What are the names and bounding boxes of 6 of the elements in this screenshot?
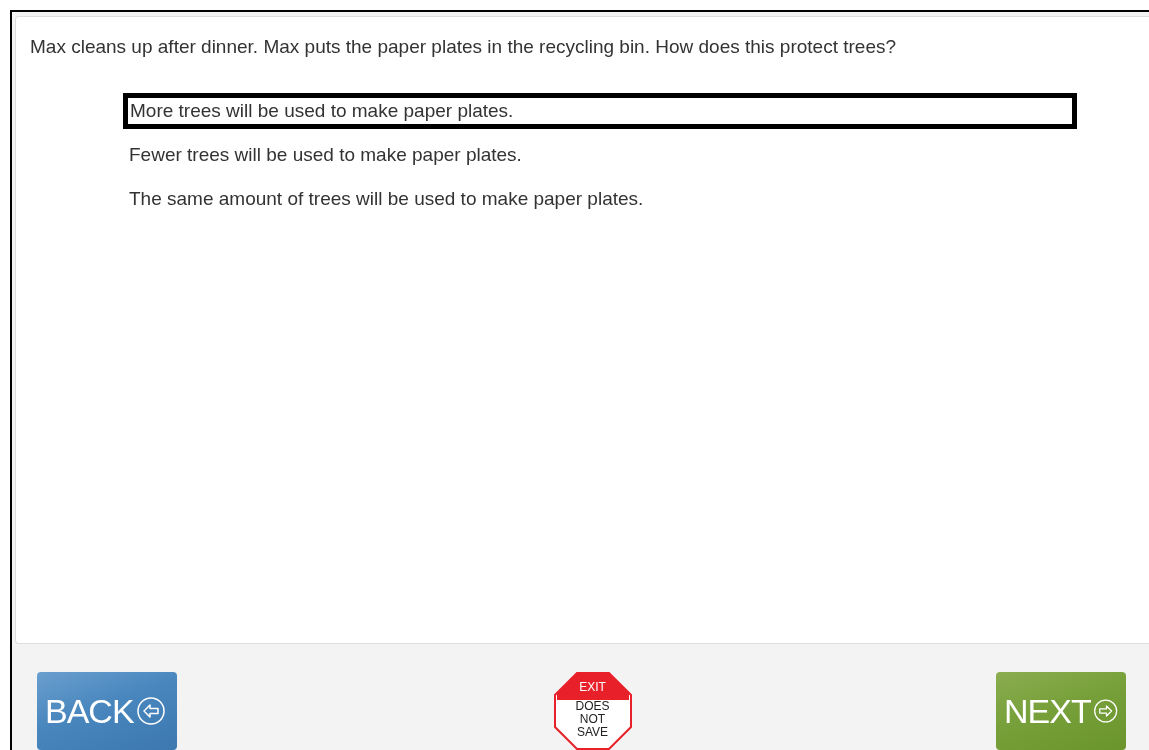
answer-option[interactable]: Fewer trees will be used to make paper plates.	[123, 137, 528, 173]
answer-option[interactable]: More trees will be used to make paper plates.	[123, 93, 1077, 129]
exit-button[interactable]: EXIT DOES NOT SAVE	[553, 672, 632, 750]
question-text: Max cleans up after dinner. Max puts the paper plates in the recycling bin. How does this protect trees?	[30, 35, 898, 59]
back-button[interactable]: BACK	[37, 672, 177, 750]
answer-option[interactable]: The same amount of trees will be used to make paper plates.	[123, 181, 650, 217]
